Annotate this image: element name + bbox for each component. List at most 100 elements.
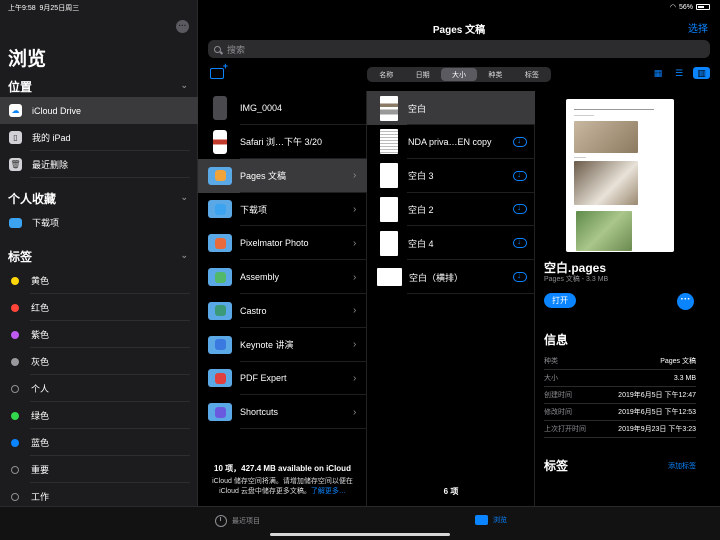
document-preview[interactable]	[566, 99, 674, 252]
folder-icon	[475, 515, 488, 525]
document-thumbnail-icon	[377, 268, 402, 286]
sidebar-item-tag[interactable]: 红色	[0, 294, 198, 321]
sidebar-item-tag[interactable]: 黄色	[0, 267, 198, 294]
file-item[interactable]: 空白	[367, 91, 535, 125]
sort-option[interactable]: 大小	[440, 68, 478, 81]
sort-option[interactable]: 日期	[404, 68, 440, 81]
preview-image-dogs	[574, 121, 638, 153]
cloud-download-icon[interactable]	[513, 203, 527, 215]
chevron-right-icon: ›	[353, 271, 357, 283]
item-count: 6 项	[443, 487, 459, 496]
sidebar-item-tag[interactable]: 紫色	[0, 321, 198, 348]
more-actions-icon[interactable]: ···	[677, 293, 694, 310]
view-mode-buttons: ▦ ☰ ▥	[651, 67, 710, 79]
section-locations[interactable]: 位置 ⌄	[8, 78, 190, 96]
sidebar-item-label: 黄色	[31, 276, 50, 286]
list-item[interactable]: Shortcuts ›	[198, 395, 367, 430]
app-badge-icon	[214, 271, 226, 283]
section-favorites[interactable]: 个人收藏 ⌄	[8, 190, 190, 208]
file-item[interactable]: 空白（横排）	[367, 260, 535, 294]
item-name: Assembly	[240, 272, 280, 282]
ipad-icon: ▯	[9, 131, 22, 144]
wifi-icon: ◠	[669, 4, 676, 11]
section-tags[interactable]: 标签 ⌄	[8, 248, 190, 266]
list-item[interactable]: Keynote 讲演 ›	[198, 328, 367, 362]
open-button[interactable]: 打开	[544, 293, 576, 308]
column-view-icon[interactable]: ▥	[693, 67, 710, 79]
file-item[interactable]: NDA priva…EN copy	[367, 125, 535, 159]
icloud-icon: ☁	[9, 104, 22, 117]
item-name: Keynote 讲演	[240, 340, 294, 351]
tab-browse[interactable]: 浏览	[475, 515, 507, 525]
image-thumbnail-icon	[213, 129, 227, 154]
sidebar-title: 浏览	[8, 49, 47, 70]
sidebar-item-tag[interactable]: 重要	[0, 456, 198, 483]
file-item[interactable]: 空白 2	[367, 192, 535, 227]
info-value: 3.3 MB	[673, 374, 696, 382]
info-key: 修改时间	[544, 409, 572, 416]
list-item[interactable]: Pixelmator Photo ›	[198, 226, 367, 261]
list-item[interactable]: Safari 浏…下午 3/20	[198, 125, 367, 159]
sidebar-item-label: 紫色	[31, 330, 50, 340]
tag-color-icon	[11, 465, 19, 474]
search-input[interactable]: 搜索	[208, 40, 710, 58]
folder-icon	[208, 164, 232, 188]
sort-option[interactable]: 标签	[514, 68, 550, 81]
cloud-download-icon[interactable]	[513, 237, 527, 249]
sidebar-item-label: 个人	[31, 384, 50, 394]
sidebar-item-tag[interactable]: 灰色	[0, 348, 198, 375]
list-view-icon[interactable]: ☰	[672, 67, 686, 79]
item-name: IMG_0004	[240, 103, 283, 113]
file-name: NDA priva…EN copy	[408, 136, 492, 147]
folder-icon	[208, 197, 232, 221]
app-folder-icon	[208, 403, 232, 422]
file-item[interactable]: 空白 4	[367, 226, 535, 261]
folder-column: IMG_0004 Safari 浏…下午 3/20 Pages 文稿 › 下载项 › Pix…	[198, 91, 367, 506]
info-key: 种类	[544, 358, 558, 365]
document-thumbnail-icon	[380, 129, 398, 155]
sidebar-item-label: 工作	[31, 492, 50, 502]
list-item[interactable]: 下载项 ›	[198, 192, 367, 227]
document-thumbnail-icon	[380, 95, 398, 121]
tab-recents[interactable]: 最近项目	[215, 515, 260, 527]
new-folder-icon[interactable]	[210, 61, 228, 79]
sidebar-item-location[interactable]: ▯ 我的 iPad	[0, 124, 198, 151]
sort-option[interactable]: 名称	[368, 68, 404, 81]
app-badge-icon	[214, 237, 226, 249]
tag-color-icon	[11, 438, 19, 447]
chevron-right-icon: ›	[353, 339, 357, 351]
sidebar-item-tag[interactable]: 绿色	[0, 402, 198, 429]
list-item[interactable]: Castro ›	[198, 294, 367, 328]
sidebar-item-tag[interactable]: 个人	[0, 375, 198, 402]
list-item[interactable]: Assembly ›	[198, 260, 367, 294]
document-thumbnail-icon	[380, 230, 398, 256]
sort-option[interactable]: 种类	[477, 68, 513, 81]
sidebar-item-location[interactable]: ☁ iCloud Drive	[0, 97, 198, 124]
select-button[interactable]: 选择	[688, 20, 708, 35]
sidebar-item-label: 最近删除	[32, 160, 69, 170]
learn-more-link[interactable]: 了解更多…	[311, 488, 346, 495]
list-item[interactable]: PDF Expert ›	[198, 361, 367, 396]
chevron-right-icon: ›	[353, 203, 357, 215]
file-item[interactable]: 空白 3	[367, 159, 535, 193]
sidebar-item-label: 蓝色	[31, 438, 50, 448]
cloud-download-icon[interactable]	[513, 271, 527, 282]
cloud-download-icon[interactable]	[513, 136, 527, 147]
divider	[240, 428, 367, 430]
storage-note: iCloud 储存空间将满。请增加储存空间以便在 iCloud 云盘中储存更多文…	[212, 478, 353, 495]
list-item[interactable]: IMG_0004	[198, 91, 367, 125]
add-tags-link[interactable]: 添加标签	[668, 461, 696, 471]
list-item[interactable]: Pages 文稿 ›	[198, 158, 367, 193]
sidebar-item-label: 下载项	[32, 218, 60, 228]
item-name: 下载项	[240, 204, 268, 215]
more-options-icon[interactable]: ···	[176, 20, 189, 33]
cloud-download-icon[interactable]	[513, 170, 527, 181]
sidebar-item-location[interactable]: 🗑 最近删除	[0, 151, 198, 178]
grid-view-icon[interactable]: ▦	[651, 67, 665, 79]
chevron-down-icon: ⌄	[180, 80, 188, 90]
tag-color-icon	[11, 384, 19, 393]
sidebar-item-favorite[interactable]: 下载项	[0, 209, 198, 236]
tag-color-icon	[11, 357, 19, 366]
info-header: 信息	[544, 333, 569, 347]
sidebar-item-tag[interactable]: 蓝色	[0, 429, 198, 456]
